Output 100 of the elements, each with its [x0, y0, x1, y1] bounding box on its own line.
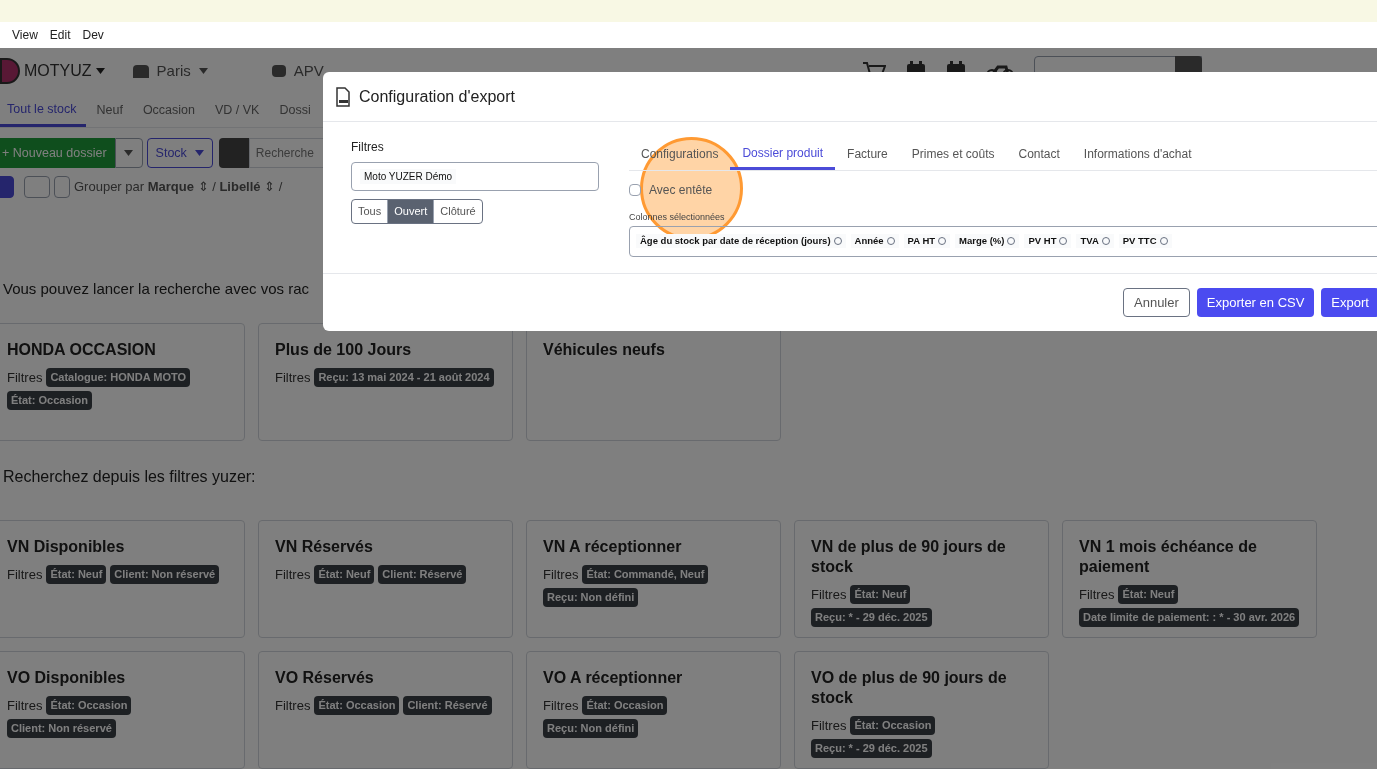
group-by-text: Grouper par Marque ⇕ / Libellé ⇕ / [74, 178, 283, 197]
filter-tag: État: Occasion [7, 391, 93, 410]
status-toggle[interactable]: Ouvert [387, 200, 434, 223]
search-card[interactable]: VN de plus de 90 jours de stock Filtres État: Neuf Reçu: * - 29 déc. 2025 [794, 519, 1049, 638]
column-chip: PA HT [903, 233, 951, 249]
filters-label: Filtres [543, 696, 579, 715]
card-title: VN Disponibles [7, 536, 126, 557]
columns-field[interactable]: Âge du stock par date de réception (jours) Année PA HT Marge (%) PV HT TVA PV TTC [629, 225, 1377, 257]
caret-icon [95, 68, 105, 74]
filter-tag: Reçu: * - 29 déc. 2025 [811, 739, 932, 758]
section-title: Vous pouvez lancer la recherche avec vos rac [3, 279, 310, 299]
logo-icon [0, 58, 20, 84]
menu-item[interactable]: View [12, 26, 38, 44]
stock-tab[interactable]: Dossi [269, 94, 321, 127]
site-menu[interactable]: Paris [156, 59, 208, 83]
module-menu[interactable]: APV [293, 59, 324, 83]
card-title: Véhicules neufs [543, 339, 666, 360]
card-title: VN A réceptionner [543, 536, 683, 557]
store-icon [132, 64, 149, 78]
stock-tab[interactable]: VD / VK [205, 94, 270, 127]
column-chip: Âge du stock par date de réception (jours) [636, 233, 846, 249]
filter-tag: Client: Non réservé [110, 565, 220, 584]
filters-label: Filtres [1079, 585, 1115, 604]
status-toggle[interactable]: Clôturé [433, 200, 482, 223]
stock-tab[interactable]: Tout le stock [0, 94, 87, 127]
card-title: VO de plus de 90 jours de stock [811, 667, 1008, 708]
search-card[interactable]: VN 1 mois échéance de paiement Filtres État: Neuf Date limite de paiement: : * - 30 avr. 2026 [1062, 519, 1317, 638]
search-card[interactable]: VO A réceptionner Filtres État: Occasion Reçu: Non défini [526, 650, 781, 769]
menu-item[interactable]: Edit [49, 26, 71, 44]
column-chip: TVA [1076, 233, 1114, 249]
filter-tag: Client: Réservé [378, 565, 467, 584]
caret-icon [198, 68, 208, 74]
export-tab[interactable]: Informations d'achat [1071, 138, 1204, 170]
section-title: Recherchez depuis les filtres yuzer: [3, 466, 257, 487]
filter-tag: Reçu: 13 mai 2024 - 21 août 2024 [314, 368, 494, 387]
checkbox-label: Avec entête [649, 182, 713, 199]
brand-menu[interactable]: MOTYUZ [24, 59, 105, 83]
dialog-button[interactable]: Annuler [1123, 288, 1190, 317]
caret-icon [194, 150, 204, 156]
search-card[interactable]: VN A réceptionner Filtres État: Commandé, Neuf Reçu: Non défini [526, 519, 781, 638]
column-chip: Marge (%) [955, 233, 1020, 249]
column-chip: Année [850, 233, 899, 249]
card-title: VN de plus de 90 jours de stock [811, 536, 1007, 577]
search-card[interactable]: VO de plus de 90 jours de stock Filtres État: Occasion Reçu: * - 29 déc. 2025 [794, 650, 1049, 769]
filters-label: Filtres [275, 696, 311, 715]
filter-tag: Client: Non réservé [7, 719, 116, 738]
card-title: VO Disponibles [7, 667, 127, 688]
search-card[interactable]: VO Réservés Filtres État: Occasion Client: Réservé [258, 650, 513, 769]
dialog-button[interactable]: Exporter en CSV [1196, 288, 1315, 317]
filter-tag: État: Neuf [1118, 585, 1179, 604]
stock-tab[interactable]: Occasion [132, 94, 205, 127]
new-file-button[interactable]: + Nouveau dossier [0, 138, 115, 168]
export-tab[interactable]: Primes et coûts [899, 138, 1007, 170]
caret-button[interactable] [114, 138, 143, 168]
filter-tag: Reçu: Non défini [543, 719, 639, 738]
filters-label: Filtres [811, 585, 847, 604]
dialog-button[interactable]: Export [1321, 288, 1377, 317]
filters-label: Filtres [351, 139, 385, 156]
column-chip: PV TTC [1118, 233, 1172, 249]
filter-tag: État: Neuf [850, 585, 911, 604]
filter-tag: Date limite de paiement: : * - 30 avr. 2026 [1079, 608, 1300, 627]
filters-label: Filtres [7, 565, 43, 584]
filters-label: Filtres [7, 368, 43, 387]
search-card[interactable]: VN Disponibles Filtres État: Neuf Client: Non réservé [0, 519, 245, 638]
stock-tab[interactable]: Neuf [86, 94, 133, 127]
card-title: Plus de 100 Jours [275, 339, 413, 360]
stock-button[interactable]: Stock [146, 138, 213, 168]
search-card[interactable]: Plus de 100 Jours Filtres Reçu: 13 mai 2024 - 21 août 2024 [258, 322, 513, 441]
filter-field[interactable]: Moto YUZER Démo [351, 162, 599, 191]
card-title: HONDA OCCASION [7, 339, 157, 360]
dialog-title: Configuration d'export [359, 86, 516, 107]
filter-tag: Client: Réservé [403, 696, 492, 715]
card-title: VO A réceptionner [543, 667, 684, 688]
filter-tag: État: Commandé, Neuf [582, 565, 709, 584]
export-tab[interactable]: Facture [835, 138, 900, 170]
menu-item[interactable]: Dev [82, 26, 104, 44]
filters-label: Filtres [7, 696, 43, 715]
header-checkbox[interactable] [629, 184, 641, 196]
card-title: VO Réservés [275, 667, 375, 688]
filters-label: Filtres [275, 368, 311, 387]
filter-tag: État: Neuf [314, 565, 375, 584]
filters-label: Filtres [275, 565, 311, 584]
filter-chip: Moto YUZER Démo [360, 169, 457, 184]
search-card[interactable]: VO Disponibles Filtres État: Occasion Client: Non réservé [0, 650, 245, 769]
filter-tag: État: Occasion [582, 696, 668, 715]
csv-file-icon [335, 86, 351, 107]
card-title: VN 1 mois échéance de paiement [1079, 536, 1258, 577]
column-chip: PV HT [1024, 233, 1072, 249]
export-tab[interactable]: Dossier produit [730, 138, 836, 170]
filter-tag: Catalogue: HONDA MOTO [46, 368, 191, 387]
search-card[interactable]: VN Réservés Filtres État: Neuf Client: Réservé [258, 519, 513, 638]
search-card[interactable]: HONDA OCCASION Filtres Catalogue: HONDA MOTO État: Occasion [0, 322, 245, 441]
status-toggle[interactable]: Tous [352, 200, 388, 223]
export-tab[interactable]: Contact [1006, 138, 1072, 170]
filter-tag: État: Occasion [314, 696, 400, 715]
filters-label: Filtres [543, 565, 579, 584]
filter-tag: État: Neuf [46, 565, 107, 584]
filter-tag: Reçu: * - 29 déc. 2025 [811, 608, 932, 627]
filter-tag: État: Occasion [46, 696, 132, 715]
filter-tag: État: Occasion [850, 716, 936, 735]
